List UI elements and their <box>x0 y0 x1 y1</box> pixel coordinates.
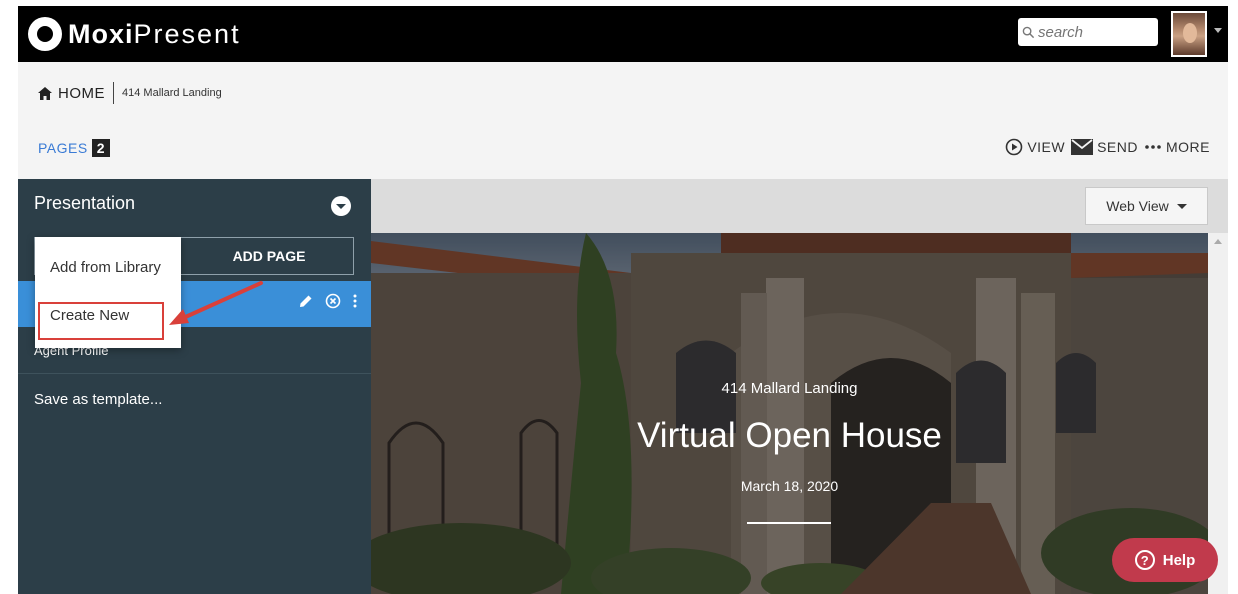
breadcrumb-current: 414 Mallard Landing <box>122 87 222 99</box>
play-circle-icon <box>1006 138 1023 156</box>
sidebar-divider <box>18 373 371 374</box>
question-circle-icon: ? <box>1134 550 1155 570</box>
add-page-dropdown-menu: Add from Library Create New <box>35 237 181 348</box>
preview-scrollbar[interactable] <box>1208 233 1228 594</box>
menu-item-create-new[interactable]: Create New <box>50 307 129 324</box>
hero-date: March 18, 2020 <box>740 478 839 494</box>
more-button[interactable]: MORE <box>1144 139 1210 155</box>
app-window: MoxiPresent HOME 414 Mallard Landing PAG… <box>0 0 1238 594</box>
pages-count-badge: 2 <box>91 139 110 157</box>
search-input[interactable] <box>1038 23 1148 41</box>
search-box[interactable] <box>1018 18 1158 46</box>
kebab-menu-icon[interactable] <box>353 294 357 308</box>
view-label: VIEW <box>1027 139 1066 155</box>
preview-toolbar: Web View <box>371 179 1228 233</box>
remove-circle-icon[interactable] <box>325 293 341 309</box>
scroll-up-arrow-icon[interactable] <box>1214 239 1222 244</box>
hero-title: Virtual Open House <box>637 416 942 455</box>
breadcrumb-separator <box>113 82 114 104</box>
presentation-preview[interactable]: 414 Mallard Landing Virtual Open House M… <box>371 233 1208 594</box>
breadcrumb: HOME 414 Mallard Landing <box>38 82 222 104</box>
pages-label[interactable]: PAGES <box>38 140 88 156</box>
annotation-arrow-icon <box>169 281 263 325</box>
page-header: HOME 414 Mallard Landing PAGES 2 VIEW SE… <box>18 62 1228 179</box>
presentation-actions: VIEW SEND MORE <box>999 138 1210 156</box>
logo-text-bold: Moxi <box>68 18 134 49</box>
view-mode-select[interactable]: Web View <box>1085 187 1208 225</box>
menu-item-add-from-library[interactable]: Add from Library <box>50 259 161 276</box>
edit-pencil-icon[interactable] <box>299 294 313 308</box>
hero-divider <box>747 522 831 524</box>
home-icon[interactable] <box>38 86 52 100</box>
account-menu-caret-icon[interactable] <box>1214 28 1222 33</box>
send-button[interactable]: SEND <box>1071 139 1138 155</box>
moxipresent-logo[interactable]: MoxiPresent <box>20 16 241 52</box>
help-button[interactable]: ? Help <box>1112 538 1218 582</box>
save-as-template-link[interactable]: Save as template... <box>34 391 162 408</box>
logo-circle-icon <box>28 17 62 51</box>
breadcrumb-home-link[interactable]: HOME <box>58 85 105 102</box>
sidebar-title: Presentation <box>34 193 136 213</box>
hero-address: 414 Mallard Landing <box>721 380 858 397</box>
view-mode-label: Web View <box>1106 198 1169 214</box>
view-button[interactable]: VIEW <box>1005 138 1065 156</box>
logo-text-light: Present <box>133 18 241 49</box>
envelope-icon <box>1071 139 1094 155</box>
more-dots-icon <box>1145 145 1161 149</box>
user-avatar[interactable] <box>1171 11 1207 57</box>
search-icon <box>1022 26 1035 38</box>
pages-counter[interactable]: PAGES 2 <box>38 139 110 157</box>
sidebar-collapse-toggle-icon[interactable] <box>331 196 351 216</box>
more-label: MORE <box>1166 139 1210 155</box>
help-label: Help <box>1162 551 1196 569</box>
send-label: SEND <box>1097 139 1138 155</box>
chevron-down-icon <box>1176 203 1187 209</box>
add-page-label: ADD PAGE <box>232 248 306 264</box>
top-bar: MoxiPresent <box>18 6 1228 62</box>
